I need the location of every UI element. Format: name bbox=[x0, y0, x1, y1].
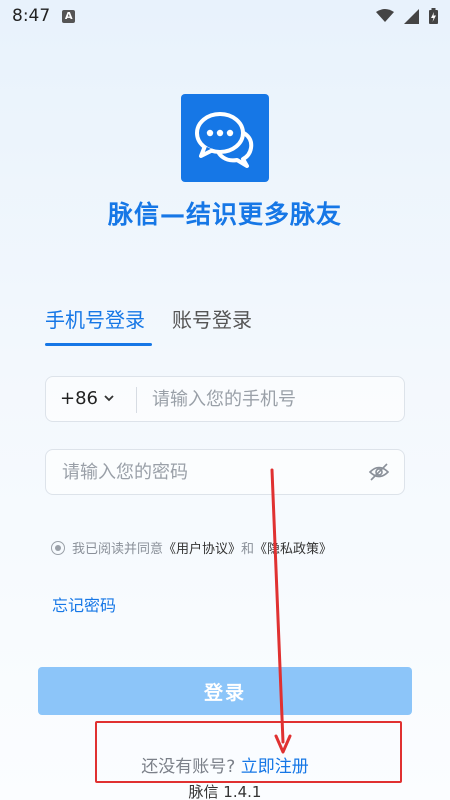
password-input[interactable] bbox=[62, 450, 352, 494]
phone-field-container: +86 bbox=[45, 376, 405, 422]
status-icons bbox=[376, 8, 438, 24]
login-button[interactable]: 登录 bbox=[38, 667, 412, 715]
status-time: 8:47 bbox=[12, 6, 51, 26]
version-label: 脉信 1.4.1 bbox=[188, 783, 262, 800]
agreement-prefix: 我已阅读并同意 bbox=[72, 542, 164, 557]
app-logo bbox=[181, 94, 269, 182]
tab-phone-login[interactable]: 手机号登录 bbox=[45, 304, 145, 333]
agreement-radio[interactable] bbox=[51, 540, 65, 555]
register-link[interactable]: 立即注册 bbox=[241, 757, 309, 777]
chat-bubbles-icon bbox=[195, 112, 254, 168]
status-bar: 8:47 A bbox=[0, 0, 450, 32]
register-row: 还没有账号? 立即注册 bbox=[0, 752, 450, 777]
tab-account-login[interactable]: 账号登录 bbox=[172, 304, 252, 333]
active-tab-indicator bbox=[45, 343, 152, 346]
battery-icon bbox=[429, 8, 438, 24]
chevron-down-icon bbox=[104, 395, 114, 402]
radio-dot bbox=[55, 544, 61, 551]
input-divider bbox=[136, 387, 137, 413]
no-account-text: 还没有账号? bbox=[141, 757, 236, 777]
app-title: 脉信—结识更多脉友 bbox=[107, 200, 342, 229]
forgot-password-link[interactable]: 忘记密码 bbox=[52, 592, 116, 616]
agreement-and: 和 bbox=[241, 542, 255, 557]
privacy-policy-link[interactable]: 《隐私政策》 bbox=[254, 538, 332, 557]
password-field-container bbox=[45, 449, 405, 495]
user-agreement-link[interactable]: 《用户协议》 bbox=[163, 538, 241, 557]
accessibility-icon: A bbox=[62, 9, 76, 23]
country-code-selector[interactable]: +86 bbox=[60, 388, 114, 409]
signal-icon bbox=[404, 8, 419, 24]
phone-input[interactable] bbox=[152, 377, 392, 421]
eye-hidden-icon[interactable] bbox=[368, 462, 390, 482]
wifi-icon bbox=[376, 9, 394, 22]
country-code: +86 bbox=[60, 388, 98, 409]
agreement-row: 我已阅读并同意 《用户协议》 和 《隐私政策》 bbox=[51, 538, 332, 557]
